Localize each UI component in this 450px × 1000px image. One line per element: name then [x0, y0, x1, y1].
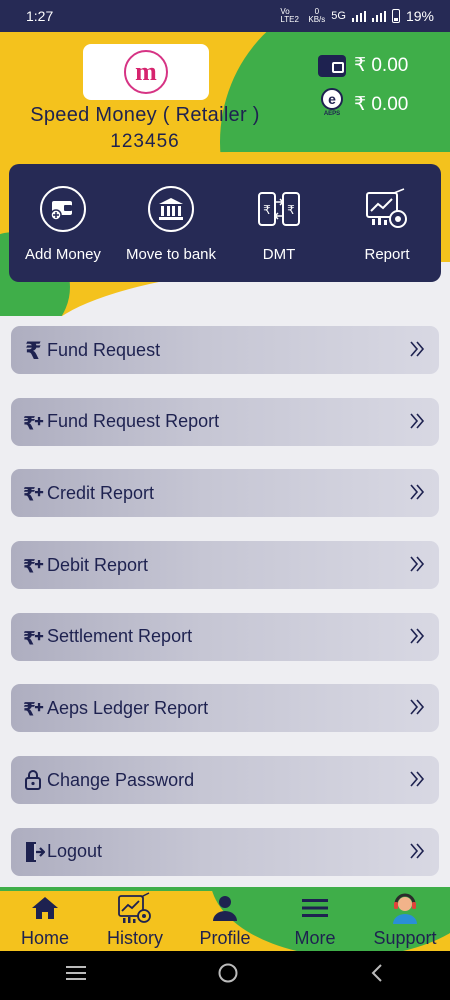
svg-text:₹: ₹: [263, 203, 271, 217]
nav-profile-label: Profile: [199, 928, 251, 948]
menu-item-aeps-ledger-report[interactable]: ₹ Aeps Ledger Report: [11, 684, 439, 733]
wallet-icon: [318, 54, 346, 77]
recent-apps-icon[interactable]: [65, 965, 86, 986]
retailer-id: 123456: [110, 131, 180, 152]
menu-item-credit-report[interactable]: ₹ Credit Report: [11, 469, 439, 518]
home-circle-icon[interactable]: [217, 962, 239, 989]
menu-item-label: Debit Report: [47, 554, 149, 575]
menu-item-fund-request[interactable]: ₹ Fund Request: [11, 326, 439, 374]
signal-icon-2: [371, 10, 386, 22]
dmt-label: DMT: [262, 246, 296, 263]
report-label: Report: [364, 246, 410, 263]
nav-more[interactable]: More: [270, 887, 360, 951]
volte-indicator: Vo LTE2: [280, 7, 299, 24]
menu-item-label: Settlement Report: [47, 626, 193, 647]
add-money-button[interactable]: Add Money: [9, 186, 117, 263]
menu-item-fund-request-report[interactable]: ₹ Fund Request Report: [11, 397, 439, 446]
double-chevron-right-icon: [409, 841, 425, 866]
rupee-plus-icon: ₹: [23, 552, 45, 578]
menu-list: ₹ Fund Request ₹ Fund Request Report ₹ C…: [11, 326, 439, 900]
nav-more-label: More: [294, 928, 336, 948]
status-bar: 1:27 Vo LTE2 0 KB/s 5G 19%: [0, 0, 450, 32]
menu-icon: [301, 892, 329, 924]
menu-item-change-password[interactable]: Change Password: [11, 756, 439, 805]
menu-item-logout[interactable]: Logout: [11, 827, 439, 876]
aeps-balance: ₹ 0.00: [354, 93, 409, 115]
svg-text:₹: ₹: [23, 413, 36, 434]
dmt-button[interactable]: ₹ ₹ DMT: [225, 186, 333, 263]
svg-text:₹: ₹: [287, 203, 295, 217]
rupee-plus-icon: ₹: [23, 409, 45, 435]
double-chevron-right-icon: [409, 626, 425, 651]
nav-support-label: Support: [373, 928, 437, 948]
profile-icon: [212, 892, 238, 924]
logo-icon: m: [124, 50, 168, 94]
rupee-plus-icon: ₹: [23, 480, 45, 506]
double-chevron-right-icon: [409, 411, 425, 436]
signal-icon: [351, 10, 366, 22]
aeps-label: AEPS: [323, 111, 341, 117]
status-time: 1:27: [26, 8, 54, 24]
menu-item-label: Fund Request: [47, 339, 161, 360]
aeps-icon: e AEPS: [318, 88, 346, 120]
svg-text:₹: ₹: [23, 628, 36, 649]
back-icon[interactable]: [370, 963, 384, 988]
move-to-bank-button[interactable]: Move to bank: [117, 186, 225, 263]
add-money-label: Add Money: [25, 246, 101, 263]
nav-history[interactable]: History: [90, 887, 180, 951]
rupee-icon: ₹: [23, 337, 45, 363]
bank-icon: [148, 186, 194, 232]
retailer-name: Speed Money ( Retailer ): [30, 104, 260, 126]
rupee-plus-icon: ₹: [23, 695, 45, 721]
svg-text:₹: ₹: [23, 485, 36, 506]
aeps-balance-row[interactable]: e AEPS ₹ 0.00: [318, 88, 408, 120]
lock-icon: [23, 767, 45, 793]
nav-support[interactable]: Support: [360, 887, 450, 951]
report-button[interactable]: Report: [333, 186, 441, 263]
history-icon: [117, 892, 153, 924]
wallet-balance-row[interactable]: ₹ 0.00: [318, 54, 408, 77]
double-chevron-right-icon: [409, 769, 425, 794]
double-chevron-right-icon: [409, 482, 425, 507]
nav-home[interactable]: Home: [0, 887, 90, 951]
nav-home-label: Home: [20, 928, 69, 948]
double-chevron-right-icon: [409, 339, 425, 364]
menu-item-debit-report[interactable]: ₹ Debit Report: [11, 541, 439, 590]
menu-item-settlement-report[interactable]: ₹ Settlement Report: [11, 612, 439, 661]
status-indicators: Vo LTE2 0 KB/s 5G 19%: [280, 7, 434, 25]
rupee-plus-icon: ₹: [23, 624, 45, 650]
wallet-add-icon: [40, 186, 86, 232]
menu-item-label: Logout: [47, 841, 103, 862]
battery-icon: [391, 9, 400, 23]
app-logo: m: [83, 44, 209, 100]
phone-transfer-icon: ₹ ₹: [256, 186, 302, 232]
menu-item-label: Aeps Ledger Report: [47, 697, 209, 718]
nav-history-label: History: [106, 928, 163, 948]
net-speed-unit: KB/s: [308, 15, 326, 24]
report-chart-icon: [364, 186, 410, 232]
system-nav-bar: [0, 951, 450, 1000]
menu-item-label: Credit Report: [47, 482, 155, 503]
network-type: 5G: [331, 10, 346, 22]
svg-text:₹: ₹: [23, 700, 36, 721]
svg-text:₹: ₹: [25, 338, 41, 362]
double-chevron-right-icon: [409, 697, 425, 722]
menu-item-label: Change Password: [47, 769, 195, 790]
wallet-balance: ₹ 0.00: [354, 55, 409, 76]
support-icon: [388, 892, 422, 924]
nav-profile[interactable]: Profile: [180, 887, 270, 951]
quick-actions-panel: Add Money Move to bank ₹ ₹ DMT Report: [9, 164, 441, 282]
menu-item-label: Fund Request Report: [47, 411, 220, 432]
net-speed: 0 KB/s: [308, 8, 325, 24]
move-to-bank-label: Move to bank: [125, 246, 217, 263]
home-icon: [31, 892, 59, 924]
svg-text:₹: ₹: [23, 556, 36, 577]
battery-level: 19%: [405, 8, 434, 24]
double-chevron-right-icon: [409, 554, 425, 579]
logout-icon: [23, 839, 45, 865]
bottom-nav: Home History Profile More Support: [0, 887, 450, 951]
